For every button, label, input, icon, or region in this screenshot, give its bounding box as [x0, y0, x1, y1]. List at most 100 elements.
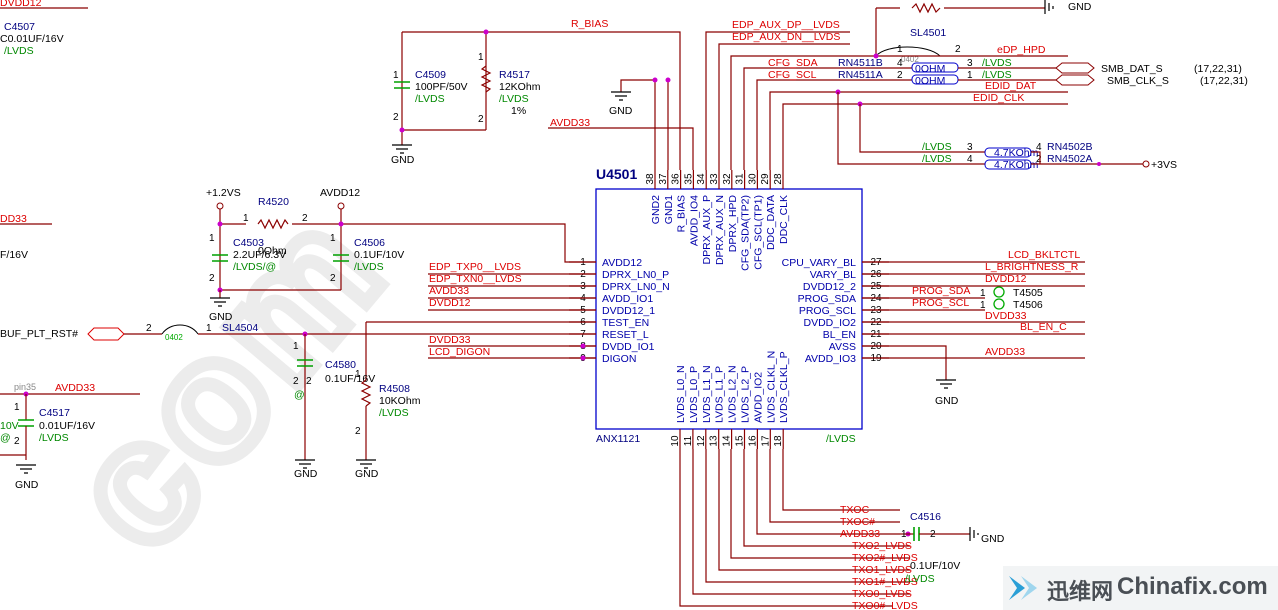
svg-text:BL_EN_C: BL_EN_C	[1020, 321, 1067, 333]
svg-text:RN4511A: RN4511A	[838, 69, 883, 81]
svg-text:2: 2	[478, 114, 484, 125]
svg-text:1: 1	[980, 288, 986, 299]
chip-pins: 38 GND2 37 GND1 36 R_BIAS 35 AVDD_IO4 34 DPRX_AUX…	[569, 170, 889, 449]
gnd-symbol-r4508: GND	[355, 459, 379, 480]
svg-text:DIGON: DIGON	[602, 353, 636, 365]
svg-text:pin35: pin35	[14, 382, 36, 392]
chip-pin-dvdd12-1: 5 DVDD12_1	[569, 305, 655, 317]
svg-text:1: 1	[206, 323, 212, 334]
gnd-symbol-avss: GND	[935, 379, 959, 407]
chip-pin-vary-bl: 26VARY_BL	[810, 269, 889, 281]
svg-text:T4505: T4505	[1013, 287, 1043, 299]
svg-text:DPRX_HPD: DPRX_HPD	[727, 195, 739, 253]
svg-text:TEST_EN: TEST_EN	[602, 317, 649, 329]
svg-text:2: 2	[14, 436, 20, 447]
svg-text:BL_EN: BL_EN	[823, 329, 856, 341]
svg-text:/LVDS: /LVDS	[4, 45, 34, 57]
svg-text:1: 1	[209, 233, 215, 244]
net-avdd33-top: AVDD33	[550, 117, 590, 129]
svg-text:1%: 1%	[511, 105, 526, 117]
svg-text:18: 18	[773, 435, 784, 447]
svg-text:SL4501: SL4501	[910, 27, 946, 39]
svg-text:AVDD33: AVDD33	[840, 528, 880, 540]
svg-text:10: 10	[670, 435, 681, 447]
chip-pin-avdd-io1: 4 AVDD_IO1	[569, 293, 653, 305]
svg-text:DVDD12: DVDD12	[429, 297, 471, 309]
svg-text:DD33: DD33	[0, 213, 27, 225]
svg-text:2: 2	[306, 376, 312, 387]
svg-text:RN4502B: RN4502B	[1047, 141, 1093, 153]
svg-text:33: 33	[709, 173, 720, 185]
svg-text:(17,22,31): (17,22,31)	[1194, 63, 1242, 75]
svg-text:DVDD12_2: DVDD12_2	[803, 281, 856, 293]
chip-pin-dprx-ln0-p: 2 DPRX_LN0_P	[569, 269, 669, 281]
svg-text:1: 1	[330, 233, 336, 244]
svg-text:R_BIAS: R_BIAS	[676, 195, 688, 232]
svg-text:C4506: C4506	[354, 237, 385, 249]
svg-text:SMB_CLK_S: SMB_CLK_S	[1107, 75, 1169, 87]
chip-pin-test-en: 6 TEST_EN	[569, 317, 649, 329]
svg-text:/LVDS: /LVDS	[499, 93, 529, 105]
svg-text:2: 2	[302, 213, 308, 224]
svg-text:GND: GND	[609, 105, 633, 117]
chip-pin-prog-sda: 24PROG_SDA	[798, 293, 889, 305]
chip-pin-avss: 20AVSS	[829, 341, 889, 353]
net-edid-dat: EDID_DAT	[985, 80, 1037, 92]
svg-text:SMB_DAT_S: SMB_DAT_S	[1101, 63, 1163, 75]
svg-text:TXO0#_LVDS: TXO0#_LVDS	[852, 600, 918, 610]
svg-text:AVDD33: AVDD33	[985, 346, 1025, 358]
chip-pin-avdd-io3: 19AVDD_IO3	[805, 353, 889, 365]
svg-text:C4503: C4503	[233, 237, 264, 249]
svg-text:GND2: GND2	[650, 195, 662, 224]
svg-text:PROG_SCL: PROG_SCL	[799, 305, 856, 317]
svg-text:PROG_SDA: PROG_SDA	[798, 293, 856, 305]
svg-text:/LVDS: /LVDS	[982, 57, 1012, 69]
svg-text:TXOC: TXOC	[840, 504, 870, 516]
svg-text:1: 1	[478, 52, 484, 63]
svg-text:/LVDS: /LVDS	[905, 573, 935, 585]
svg-text:DPRX_AUX_N: DPRX_AUX_N	[714, 195, 726, 265]
svg-text:2: 2	[293, 376, 299, 387]
svg-text:2: 2	[930, 529, 936, 540]
svg-text:AVDD12: AVDD12	[602, 257, 642, 269]
svg-text:DPRX_LN0_P: DPRX_LN0_P	[602, 269, 669, 281]
svg-text:LVDS_L2_N: LVDS_L2_N	[727, 365, 739, 423]
svg-text:4.7KOhm: 4.7KOhm	[994, 147, 1039, 159]
svg-text:2: 2	[1036, 154, 1042, 165]
svg-text:LCD_DIGON: LCD_DIGON	[429, 346, 490, 358]
gnd-symbol-c4580: GND	[294, 459, 318, 480]
schematic-canvas: .w { stroke: #8b0000; stroke-width: 1.2;…	[0, 0, 1248, 610]
svg-text:GND1: GND1	[663, 195, 675, 224]
svg-text:12: 12	[696, 435, 707, 447]
svg-text:38: 38	[645, 173, 656, 185]
svg-text:17: 17	[760, 435, 771, 447]
svg-text:10V: 10V	[0, 420, 19, 432]
svg-text:LVDS_L1_P: LVDS_L1_P	[714, 366, 726, 423]
resistor-r4517: 1 2 R4517 12KOhm /LVDS 1%	[478, 52, 541, 125]
chip-ref: U4501	[596, 166, 637, 182]
svg-text:35: 35	[683, 173, 694, 185]
svg-text:34: 34	[696, 173, 707, 185]
svg-text:LCD_BKLTCTL: LCD_BKLTCTL	[1008, 249, 1080, 261]
resistor-rn4502: 4.7KOhm 4.7KOhm 3 4 4 2 RN4502B RN4502A …	[922, 141, 1093, 171]
svg-text:LVDS_L2_P: LVDS_L2_P	[740, 366, 752, 423]
svg-text:1: 1	[355, 369, 361, 380]
svg-text:AVSS: AVSS	[829, 341, 856, 353]
connector-smb: SMB_DAT_S SMB_CLK_S (17,22,31) (17,22,31…	[1055, 62, 1248, 87]
svg-text:DPRX_LN0_N: DPRX_LN0_N	[602, 281, 670, 293]
svg-text:TXO0_LVDS: TXO0_LVDS	[852, 588, 912, 600]
svg-text:C4507: C4507	[4, 21, 35, 33]
svg-text:15: 15	[735, 435, 746, 447]
svg-text:/LVDS: /LVDS	[922, 141, 952, 153]
svg-text:1: 1	[243, 213, 249, 224]
svg-text:AVDD_IO2: AVDD_IO2	[752, 372, 764, 423]
svg-text:0OHM: 0OHM	[915, 75, 945, 87]
gnd-symbol-top: GND	[609, 91, 633, 117]
svg-text:1: 1	[293, 341, 299, 352]
net-edp-aux-dn: EDP_AUX_DN__LVDS	[732, 31, 840, 43]
svg-text:DVDD_IO2: DVDD_IO2	[803, 317, 856, 329]
gnd-symbol-c4517: GND	[15, 464, 39, 491]
svg-text:AVDD_IO3: AVDD_IO3	[805, 353, 856, 365]
svg-text:28: 28	[773, 173, 784, 185]
svg-text:AVDD33: AVDD33	[55, 382, 95, 394]
